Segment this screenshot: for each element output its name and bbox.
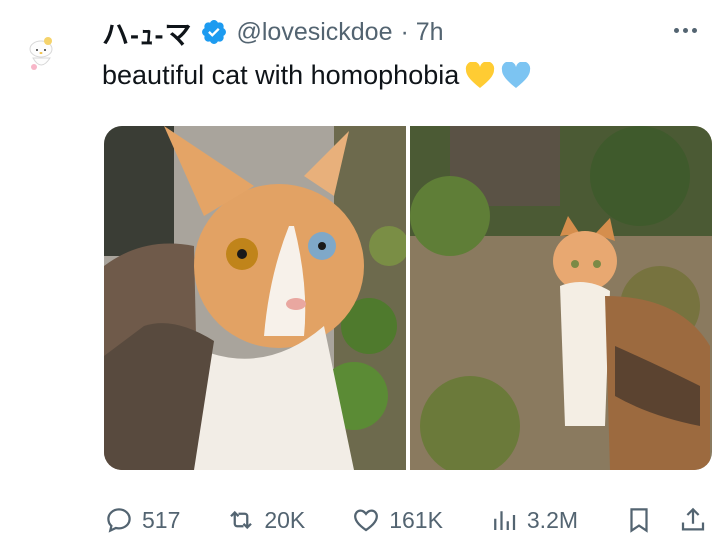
tweet-text: beautiful cat with homophobia — [102, 60, 531, 91]
author-display-name[interactable]: ハ-ｭ-マ — [102, 13, 192, 52]
repost-button[interactable]: 20K — [226, 505, 305, 535]
share-button[interactable] — [678, 505, 708, 535]
more-options-icon[interactable] — [665, 18, 705, 42]
bookmark-button[interactable] — [624, 505, 654, 535]
blue-heart-icon — [501, 60, 531, 90]
photo-cat-closeup[interactable] — [104, 126, 406, 470]
author-avatar[interactable] — [20, 32, 64, 76]
cat-leaves-image — [410, 126, 712, 470]
tweet-actions: 517 20K 161K 3.2M — [104, 500, 708, 540]
repost-count: 20K — [264, 506, 306, 533]
hello-kitty-avatar-icon — [21, 33, 63, 75]
verified-badge-icon[interactable] — [200, 18, 228, 46]
tweet-media — [104, 126, 712, 470]
like-count: 161K — [389, 506, 443, 533]
reply-count: 517 — [142, 506, 181, 533]
views-chart-icon — [494, 511, 516, 530]
views-button[interactable]: 3.2M — [489, 505, 578, 535]
photo-cat-leaves[interactable] — [410, 126, 712, 470]
tweet-timestamp[interactable]: · 7h — [401, 18, 444, 47]
reply-icon — [107, 508, 131, 533]
bookmark-icon — [630, 508, 648, 533]
view-count: 3.2M — [526, 506, 579, 533]
repost-icon — [230, 510, 253, 530]
author-handle[interactable]: @lovesickdoe — [236, 18, 392, 47]
yellow-heart-icon — [465, 60, 495, 90]
share-icon — [681, 507, 705, 531]
secondary-actions — [624, 505, 708, 535]
tweet-header: ハ-ｭ-マ @lovesickdoe · 7h — [102, 14, 444, 50]
cat-closeup-image — [104, 126, 406, 470]
heart-icon — [354, 509, 379, 532]
tweet-body: beautiful cat with homophobia — [102, 60, 460, 90]
like-button[interactable]: 161K — [351, 505, 443, 535]
reply-button[interactable]: 517 — [104, 505, 180, 535]
